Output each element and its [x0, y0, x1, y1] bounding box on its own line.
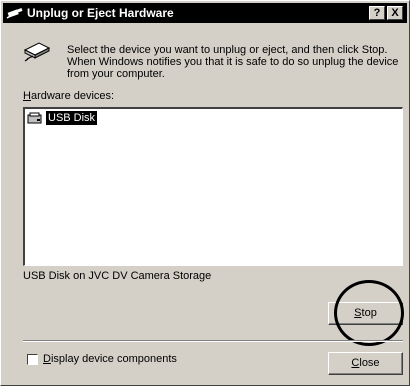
- help-button[interactable]: ?: [369, 6, 385, 20]
- display-components-checkbox[interactable]: [27, 354, 38, 365]
- display-components-label[interactable]: Display device components: [43, 353, 177, 365]
- usb-disk-icon: [27, 112, 42, 124]
- unplug-device-icon: [23, 42, 51, 62]
- hardware-devices-list[interactable]: USB Disk: [23, 107, 403, 266]
- title-bar[interactable]: Unplug or Eject Hardware ? X: [3, 3, 407, 23]
- unplug-eject-dialog: Unplug or Eject Hardware ? X Select the …: [0, 0, 410, 386]
- stop-button[interactable]: Stop: [328, 302, 403, 325]
- unplug-hardware-icon: [6, 8, 23, 19]
- instructions-text: Select the device you want to unplug or …: [67, 44, 399, 80]
- close-button[interactable]: Close: [328, 352, 403, 375]
- window-title: Unplug or Eject Hardware: [27, 6, 174, 20]
- separator: [23, 340, 403, 342]
- hardware-devices-label: Hardware devices:: [23, 90, 115, 102]
- usb-disk-label[interactable]: USB Disk: [46, 111, 98, 125]
- window-close-button[interactable]: X: [387, 6, 403, 20]
- device-description: USB Disk on JVC DV Camera Storage: [23, 270, 212, 282]
